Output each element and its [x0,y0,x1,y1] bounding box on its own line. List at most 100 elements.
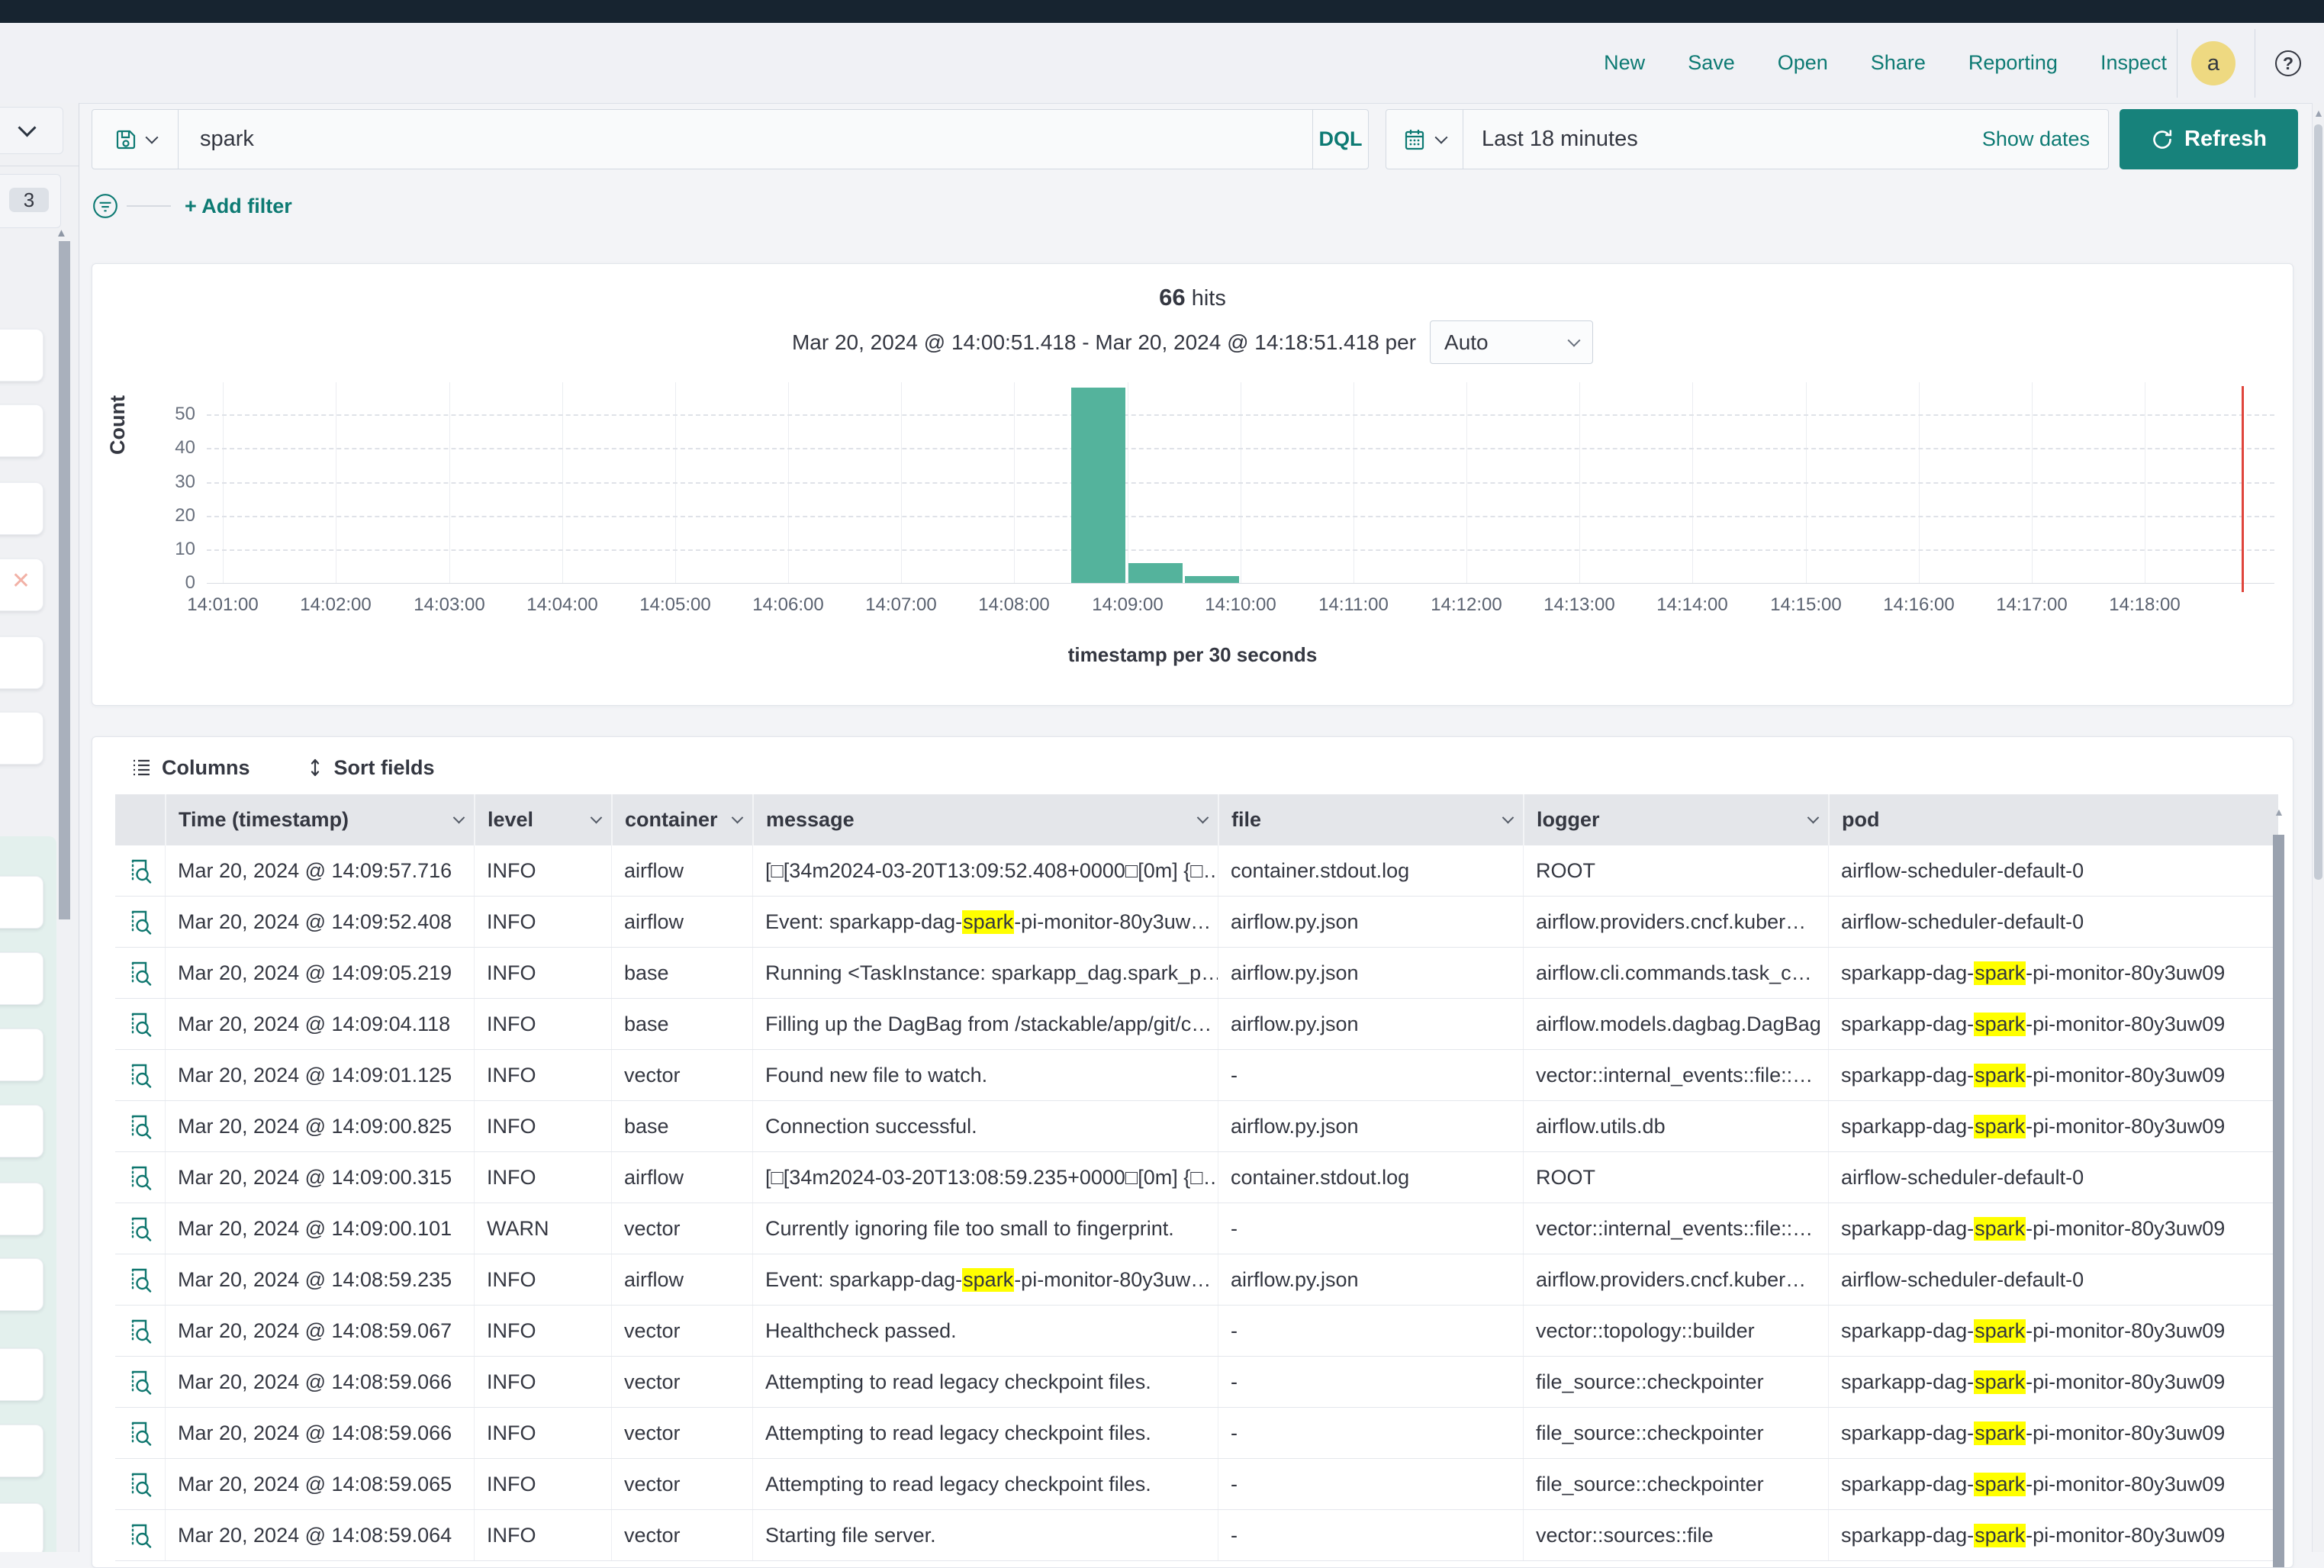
histogram-bar[interactable] [1185,576,1239,583]
help-button[interactable]: ? [2275,50,2301,76]
topnav-link-share[interactable]: Share [1871,51,1926,75]
column-header-message[interactable]: message [752,794,1218,845]
sidebar-collapse-button[interactable] [0,107,63,154]
sidebar-scrollbar-thumb[interactable] [59,241,70,919]
query-language-button[interactable]: DQL [1312,110,1368,169]
field-card[interactable] [0,1029,43,1081]
cell-text: -pi-monitor-80y3uw09 [2026,961,2225,985]
container-cell: vector [611,1408,752,1458]
expand-document-button[interactable] [129,858,152,884]
column-header-time-timestamp-[interactable]: Time (timestamp) [165,794,474,845]
expand-document-button[interactable] [129,1011,152,1037]
header-divider [2177,29,2178,98]
refresh-button[interactable]: Refresh [2120,109,2298,169]
field-card[interactable] [0,482,43,535]
chevron-down-icon[interactable] [732,812,744,824]
column-header-file[interactable]: file [1218,794,1523,845]
expand-document-button[interactable] [129,1215,152,1241]
field-card[interactable] [0,329,43,382]
saved-query-menu-button[interactable] [92,110,179,169]
expand-cell [115,1357,165,1407]
avatar[interactable]: a [2191,41,2235,85]
expand-document-button[interactable] [129,1522,152,1548]
column-header-level[interactable]: level [474,794,611,845]
collapsed-field-sidebar: 3 ✕ ▲ [0,103,79,1552]
histogram-bar[interactable] [1128,563,1183,583]
field-card[interactable] [0,1348,43,1401]
y-axis-tick-label: 0 [142,572,195,594]
cell-text: Event: sparkapp-dag- [765,910,962,934]
field-card[interactable] [0,636,43,689]
file-cell: airflow.py.json [1218,1254,1523,1305]
query-bar: DQL [92,109,1369,169]
topnav-link-open[interactable]: Open [1778,51,1828,75]
logger-cell: airflow.providers.cncf.kuber… [1523,1254,1828,1305]
remove-field-icon[interactable]: ✕ [11,570,31,593]
columns-button[interactable]: Columns [127,755,255,781]
topnav-link-inspect[interactable]: Inspect [2100,51,2167,75]
chevron-down-icon[interactable] [1807,812,1820,824]
field-card[interactable] [0,1425,43,1477]
field-card[interactable] [0,1258,43,1311]
field-card[interactable]: ✕ [0,559,43,611]
expand-cell [115,897,165,947]
add-filter-button[interactable]: + Add filter [185,195,292,218]
time-range-value[interactable]: Last 18 minutes [1463,127,1982,152]
column-header-logger[interactable]: logger [1523,794,1828,845]
level-cell: INFO [474,1459,611,1509]
table-scrollbar-thumb[interactable] [2273,835,2284,1568]
column-header-container[interactable]: container [611,794,752,845]
chevron-down-icon[interactable] [453,812,465,824]
field-card[interactable] [0,952,43,1005]
expand-document-button[interactable] [129,1062,152,1088]
search-highlight: spark [1974,1422,2026,1445]
field-card[interactable] [0,1105,43,1157]
pod-cell: sparkapp-dag-spark-pi-monitor-80y3uw09 [1828,1510,2278,1560]
topnav-link-reporting[interactable]: Reporting [1968,51,2058,75]
cell-text: Attempting to read legacy checkpoint fil… [765,1422,1151,1445]
expand-document-button[interactable] [129,960,152,986]
y-axis-tick-label: 30 [142,472,195,493]
chevron-down-icon[interactable] [1197,812,1209,824]
table-row: Mar 20, 2024 @ 14:09:00.825INFObaseConne… [115,1101,2278,1152]
expand-document-button[interactable] [129,1267,152,1293]
page-scroll-up-arrow[interactable]: ▲ [2313,107,2324,119]
cell-text: -pi-monitor-80y3uw09 [2026,1524,2225,1547]
page-scrollbar-thumb[interactable] [2314,124,2322,880]
top-nav: New Save Open Share Reporting Inspect [1604,23,2167,103]
date-quick-menu-button[interactable] [1386,110,1463,169]
expand-document-button[interactable] [129,1420,152,1446]
field-card[interactable] [0,876,43,929]
pod-cell: airflow-scheduler-default-0 [1828,1152,2278,1203]
expand-document-button[interactable] [129,1471,152,1497]
topnav-link-new[interactable]: New [1604,51,1645,75]
show-dates-button[interactable]: Show dates [1982,127,2108,151]
table-header-row: Time (timestamp)levelcontainermessagefil… [115,794,2278,845]
field-card[interactable] [0,712,43,765]
column-header-pod[interactable]: pod [1828,794,2278,845]
expand-document-button[interactable] [129,1318,152,1344]
histogram-bar[interactable] [1071,388,1125,583]
field-card[interactable] [0,1183,43,1235]
topnav-link-save[interactable]: Save [1688,51,1735,75]
query-input[interactable] [179,127,1312,152]
date-picker-bar: Last 18 minutes Show dates [1386,109,2109,169]
chevron-down-icon[interactable] [1502,812,1514,824]
chevron-down-icon[interactable] [591,812,603,824]
expand-document-button[interactable] [129,1113,152,1139]
interval-select[interactable]: Auto [1430,320,1593,364]
container-cell: vector [611,1306,752,1356]
cell-text: -pi-monitor-80y3uw09 [2026,1473,2225,1496]
expand-document-button[interactable] [129,1369,152,1395]
field-card[interactable] [0,404,43,457]
pod-cell: airflow-scheduler-default-0 [1828,1254,2278,1305]
filter-icon[interactable] [92,192,119,220]
sidebar-scroll-up-arrow[interactable]: ▲ [56,227,67,240]
field-card[interactable] [0,1503,43,1552]
expand-document-button[interactable] [129,909,152,935]
sort-fields-button[interactable]: Sort fields [302,755,439,781]
table-scroll-up-arrow[interactable]: ▲ [2274,806,2284,818]
level-cell: INFO [474,1306,611,1356]
expand-document-button[interactable] [129,1164,152,1190]
expand-cell [115,1254,165,1305]
